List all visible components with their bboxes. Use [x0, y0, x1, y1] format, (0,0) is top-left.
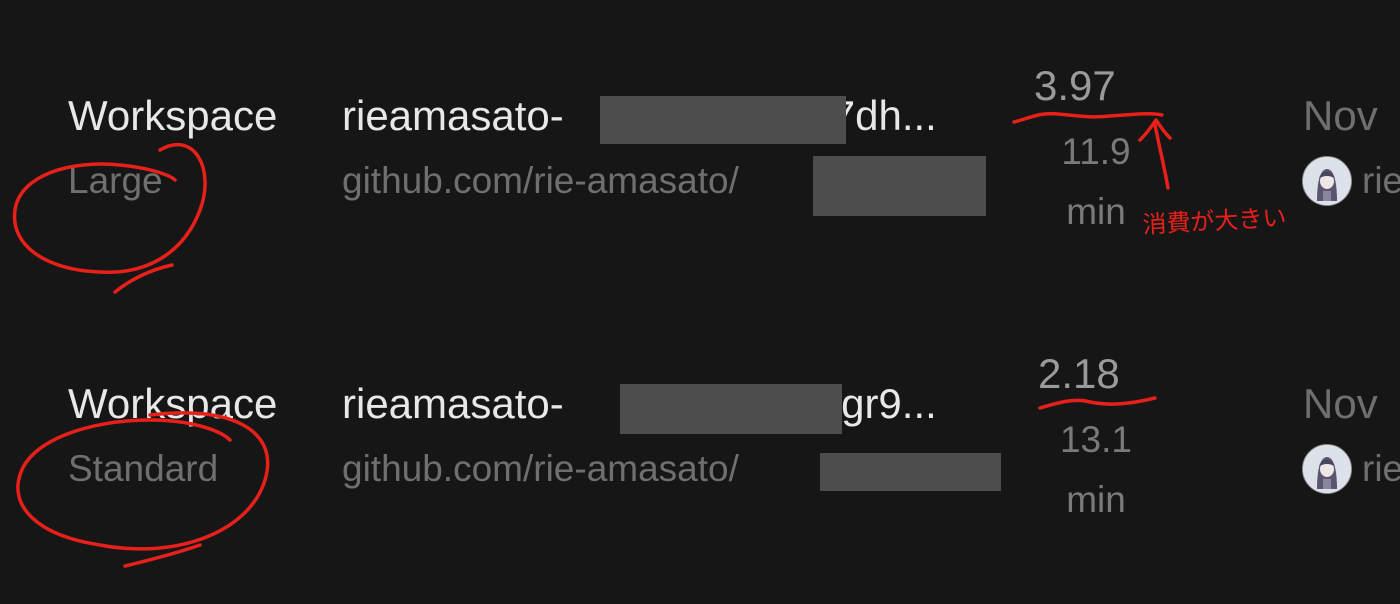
codespaces-usage-list: Workspace Large rieamasato- -7dh... githu… [0, 0, 1400, 604]
redaction-box [813, 156, 986, 216]
avatar [1302, 444, 1352, 494]
machine-type: Workspace [68, 92, 278, 139]
avatar-image [1303, 445, 1351, 493]
workspace-name-prefix: rieamasato- [342, 92, 564, 139]
redaction-box [620, 384, 842, 434]
created-date: Nov [1303, 380, 1378, 427]
credits-used: 2.18 [1038, 350, 1120, 397]
list-item[interactable]: Workspace Large rieamasato- -7dh... githu… [0, 0, 1400, 280]
avatar [1302, 156, 1352, 206]
credits-used: 3.97 [1034, 62, 1116, 109]
duration: 13.1 min [1056, 410, 1136, 530]
duration-unit: min [1066, 191, 1126, 232]
created-date: Nov [1303, 92, 1378, 139]
list-item[interactable]: Workspace Standard rieamasato- -lgr9... g… [0, 288, 1400, 568]
avatar-image [1303, 157, 1351, 205]
repository-link[interactable]: github.com/rie-amasato/ [342, 160, 739, 202]
machine-size: Large [68, 160, 163, 201]
duration-value: 13.1 [1059, 419, 1132, 460]
repository-link[interactable]: github.com/rie-amasato/ [342, 448, 739, 490]
redaction-box [820, 453, 1001, 491]
username: rie [1362, 448, 1400, 489]
workspace-name-prefix: rieamasato- [342, 380, 564, 427]
redaction-box [600, 96, 846, 144]
duration-value: 11.9 [1061, 131, 1131, 172]
machine-type: Workspace [68, 380, 278, 427]
username: rie [1362, 160, 1400, 201]
machine-size: Standard [68, 448, 219, 489]
duration: 11.9 min [1056, 122, 1136, 242]
duration-unit: min [1066, 479, 1126, 520]
